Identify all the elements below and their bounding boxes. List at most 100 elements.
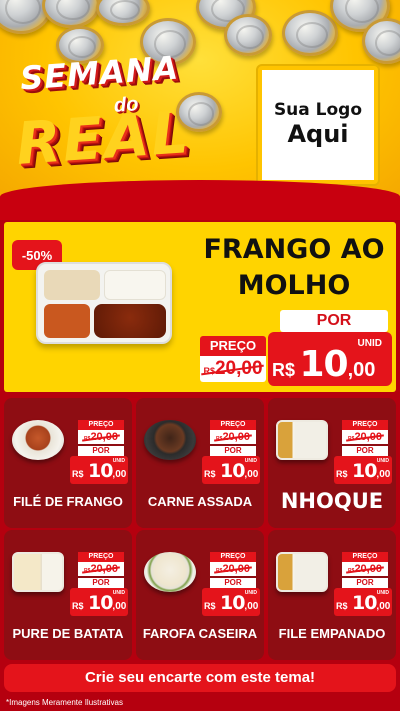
por-label: POR (342, 578, 388, 588)
currency: R$ (272, 360, 296, 380)
old-price-value: 20,00 (222, 563, 250, 575)
price-cents: ,00 (376, 469, 391, 480)
footnote: *Imagens Meramente Ilustrativas (6, 698, 123, 707)
old-price-value: 20,00 (214, 358, 263, 379)
price-int: 10 (351, 460, 377, 482)
product-card[interactable]: PREÇO R$20,00 POR UNID R$ 10,00 FAROFA CASEIR… (136, 530, 264, 660)
old-price: R$20,00 (342, 430, 388, 444)
preco-label: PREÇO (342, 420, 388, 430)
new-price: UNID R$ 10,00 (202, 456, 260, 484)
price-cents: ,00 (347, 359, 376, 381)
featured-old-price: R$20,00 (200, 356, 266, 382)
logo-text: Sua Logo Aqui (274, 101, 362, 148)
old-price-value: 20,00 (354, 563, 382, 575)
price-int: 10 (299, 344, 348, 385)
featured-preco-label: PREÇO (200, 336, 266, 356)
price-cents: ,00 (244, 601, 259, 612)
price-value: R$ 10,00 (336, 592, 390, 614)
por-label: POR (78, 578, 124, 588)
old-price-strike: R$20,00 (84, 563, 118, 575)
product-name: FILÉ DE FRANGO (13, 494, 123, 509)
old-price-value: 20,00 (222, 431, 250, 443)
preco-label: PREÇO (210, 420, 256, 430)
campaign-title: SEMANA do REAL (13, 48, 224, 182)
old-price-strike: R$20,00 (216, 563, 250, 575)
coin-icon (96, 0, 150, 26)
price-value: R$ 10,00 (272, 344, 375, 385)
old-price-value: 20,00 (90, 563, 118, 575)
create-flyer-button[interactable]: Crie seu encarte com este tema! (4, 664, 396, 692)
product-card[interactable]: PREÇO R$20,00 POR UNID R$ 10,00 PURE DE BATAT… (4, 530, 132, 660)
price-value: R$ 10,00 (72, 460, 126, 482)
price-int: 10 (87, 460, 113, 482)
currency: R$ (336, 469, 348, 479)
preco-label: PREÇO (78, 420, 124, 430)
header-banner: SEMANA do REAL Sua Logo Aqui (0, 0, 400, 200)
product-name: PURE DE BATATA (12, 626, 124, 641)
product-name: FAROFA CASEIRA (142, 626, 258, 641)
featured-new-price: UNID R$ 10,00 (268, 332, 392, 386)
dish-image (276, 420, 328, 460)
preco-label: PREÇO (210, 552, 256, 562)
product-card[interactable]: PREÇO R$20,00 POR UNID R$ 10,00 FILÉ DE FRANG… (4, 398, 132, 528)
price-cents: ,00 (112, 601, 127, 612)
logo-line-1: Sua Logo (273, 100, 363, 121)
logo-placeholder[interactable]: Sua Logo Aqui (258, 66, 378, 184)
old-price: R$20,00 (210, 562, 256, 576)
chicken-compartment (94, 304, 166, 338)
por-label: POR (78, 446, 124, 456)
product-card[interactable]: PREÇO R$20,00 POR UNID R$ 10,00 NHOQUE (268, 398, 396, 528)
old-price-strike: R$20,00 (203, 358, 262, 379)
price-cents: ,00 (112, 469, 127, 480)
rice-compartment (104, 270, 166, 300)
product-card[interactable]: PREÇO R$20,00 POR UNID R$ 10,00 FILE EMPANADO (268, 530, 396, 660)
old-price-value: 20,00 (354, 431, 382, 443)
old-price: R$20,00 (78, 562, 124, 576)
new-price: UNID R$ 10,00 (202, 588, 260, 616)
por-label: POR (342, 446, 388, 456)
featured-dish-image (36, 262, 172, 344)
coin-icon (282, 10, 338, 56)
header-curve (0, 180, 400, 220)
price-int: 10 (351, 592, 377, 614)
preco-label: PREÇO (78, 552, 124, 562)
price-int: 10 (219, 460, 245, 482)
new-price: UNID R$ 10,00 (70, 588, 128, 616)
price-value: R$ 10,00 (72, 592, 126, 614)
old-price: R$20,00 (342, 562, 388, 576)
old-price: R$20,00 (210, 430, 256, 444)
product-name: FILE EMPANADO (278, 626, 386, 641)
price-cents: ,00 (376, 601, 391, 612)
old-currency: R$ (203, 366, 215, 376)
price-value: R$ 10,00 (336, 460, 390, 482)
currency: R$ (72, 601, 84, 611)
coin-icon (362, 18, 400, 64)
old-price-strike: R$20,00 (84, 431, 118, 443)
dish-image (12, 420, 64, 460)
price-value: R$ 10,00 (204, 460, 258, 482)
featured-por-label: POR (280, 310, 388, 332)
featured-product-name: FRANGO AO MOLHO (203, 234, 385, 301)
new-price: UNID R$ 10,00 (334, 588, 392, 616)
por-label: POR (210, 578, 256, 588)
logo-line-2: Aqui (287, 119, 349, 148)
currency: R$ (204, 601, 216, 611)
product-card[interactable]: PREÇO R$20,00 POR UNID R$ 10,00 CARNE ASSADA (136, 398, 264, 528)
currency: R$ (336, 601, 348, 611)
preco-label: PREÇO (342, 552, 388, 562)
dish-image (144, 552, 196, 592)
title-real: REAL (13, 98, 193, 178)
product-name: CARNE ASSADA (147, 494, 253, 509)
price-cents: ,00 (244, 469, 259, 480)
dish-image (144, 420, 196, 460)
currency: R$ (72, 469, 84, 479)
old-price-strike: R$20,00 (216, 431, 250, 443)
new-price: UNID R$ 10,00 (334, 456, 392, 484)
old-price: R$20,00 (78, 430, 124, 444)
price-value: R$ 10,00 (204, 592, 258, 614)
coin-icon (42, 0, 100, 28)
product-name: NHOQUE (280, 489, 384, 513)
price-int: 10 (87, 592, 113, 614)
dish-image (276, 552, 328, 592)
price-int: 10 (219, 592, 245, 614)
